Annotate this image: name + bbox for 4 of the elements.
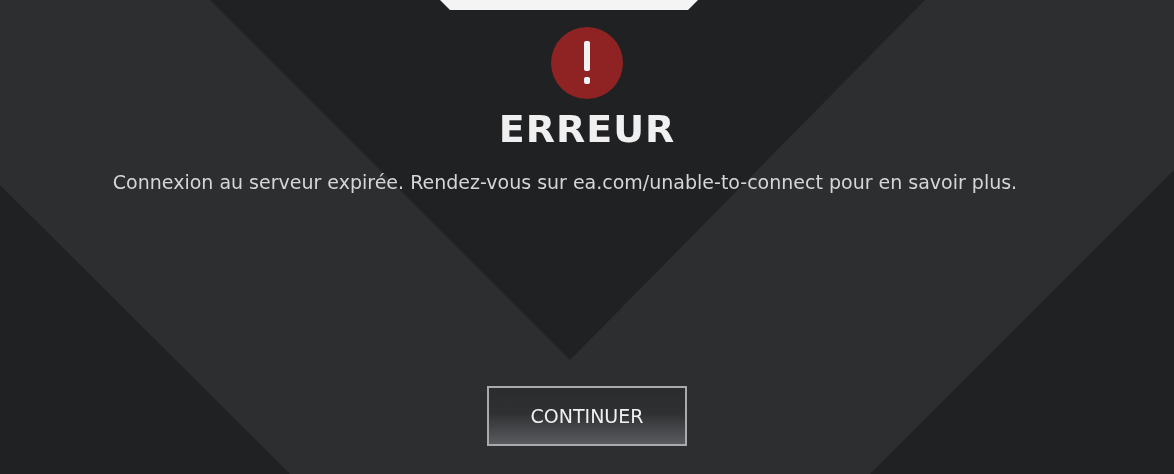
alert-icon bbox=[551, 27, 623, 99]
continue-button[interactable]: CONTINUER bbox=[487, 386, 687, 446]
error-message: Connexion au serveur expirée. Rendez-vous sur ea.com/unable-to-connect pour en savoir plus. bbox=[112, 171, 1018, 193]
dialog-title: ERREUR bbox=[498, 107, 676, 151]
